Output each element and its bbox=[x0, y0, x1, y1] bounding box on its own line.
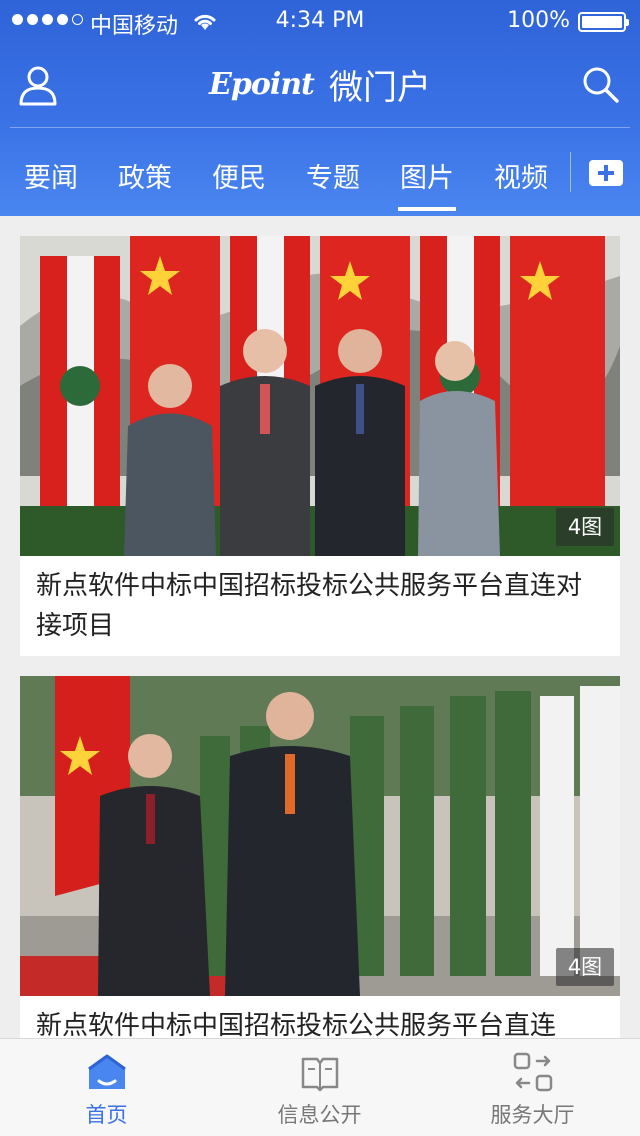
page-title: 微门户 bbox=[329, 68, 431, 108]
tab-videos[interactable]: 视频 bbox=[494, 156, 548, 195]
news-title: 新点软件中标中国招标投标公共服务平台直连对接项目 bbox=[36, 571, 583, 641]
channel-tabs: 要闻 政策 便民 专题 图片 视频 bbox=[0, 128, 640, 216]
photo-count-badge: 4图 bbox=[556, 508, 614, 546]
tabbar-service-hall[interactable]: 服务大厅 bbox=[426, 1039, 639, 1136]
service-hall-icon bbox=[513, 1052, 552, 1092]
tabbar-info-public[interactable]: 信息公开 bbox=[213, 1039, 426, 1136]
tab-convenience[interactable]: 便民 bbox=[212, 156, 266, 195]
news-card[interactable]: 4图 新点软件中标中国招标投标公共服务平台直连对接项目 bbox=[20, 236, 620, 656]
tabbar-home[interactable]: 首页 bbox=[0, 1039, 213, 1136]
photo-count-badge: 4图 bbox=[556, 948, 614, 986]
battery-icon bbox=[578, 12, 629, 32]
brand: Epoint 微门户 bbox=[0, 60, 640, 109]
news-title: 新点软件中标中国招标投标公共服务平台直连 bbox=[36, 1011, 557, 1038]
tabbar-label: 信息公开 bbox=[277, 1103, 362, 1127]
news-card[interactable]: 4图 新点软件中标中国招标投标公共服务平台直连 bbox=[20, 676, 620, 1038]
tabbar-label: 服务大厅 bbox=[490, 1103, 575, 1127]
tab-pictures[interactable]: 图片 bbox=[398, 156, 456, 211]
battery-percent: 100% bbox=[507, 8, 570, 33]
tab-news[interactable]: 要闻 bbox=[24, 156, 78, 195]
tab-topics[interactable]: 专题 bbox=[306, 156, 360, 195]
open-book-icon bbox=[301, 1057, 338, 1092]
home-icon bbox=[87, 1054, 126, 1089]
news-photo: 4图 bbox=[20, 236, 620, 556]
app-header: 中国移动 4:34 PM 100% Epoint 微门户 要闻 政策 便民 专题… bbox=[0, 0, 640, 216]
navbar: Epoint 微门户 bbox=[0, 44, 640, 128]
tabbar-label: 首页 bbox=[85, 1103, 128, 1127]
picture-feed: 4图 新点软件中标中国招标投标公共服务平台直连对接项目 4图 新点软件中标中国招… bbox=[0, 216, 640, 1038]
tab-policy[interactable]: 政策 bbox=[118, 156, 172, 195]
add-channel-icon[interactable] bbox=[589, 160, 623, 186]
tabs-separator bbox=[570, 152, 571, 192]
search-icon[interactable] bbox=[580, 64, 620, 104]
news-photo: 4图 bbox=[20, 676, 620, 996]
bottom-tab-bar: 首页 信息公开 服务大厅 bbox=[0, 1038, 640, 1136]
status-bar: 中国移动 4:34 PM 100% bbox=[0, 0, 640, 44]
epoint-logo: Epoint bbox=[208, 67, 315, 102]
